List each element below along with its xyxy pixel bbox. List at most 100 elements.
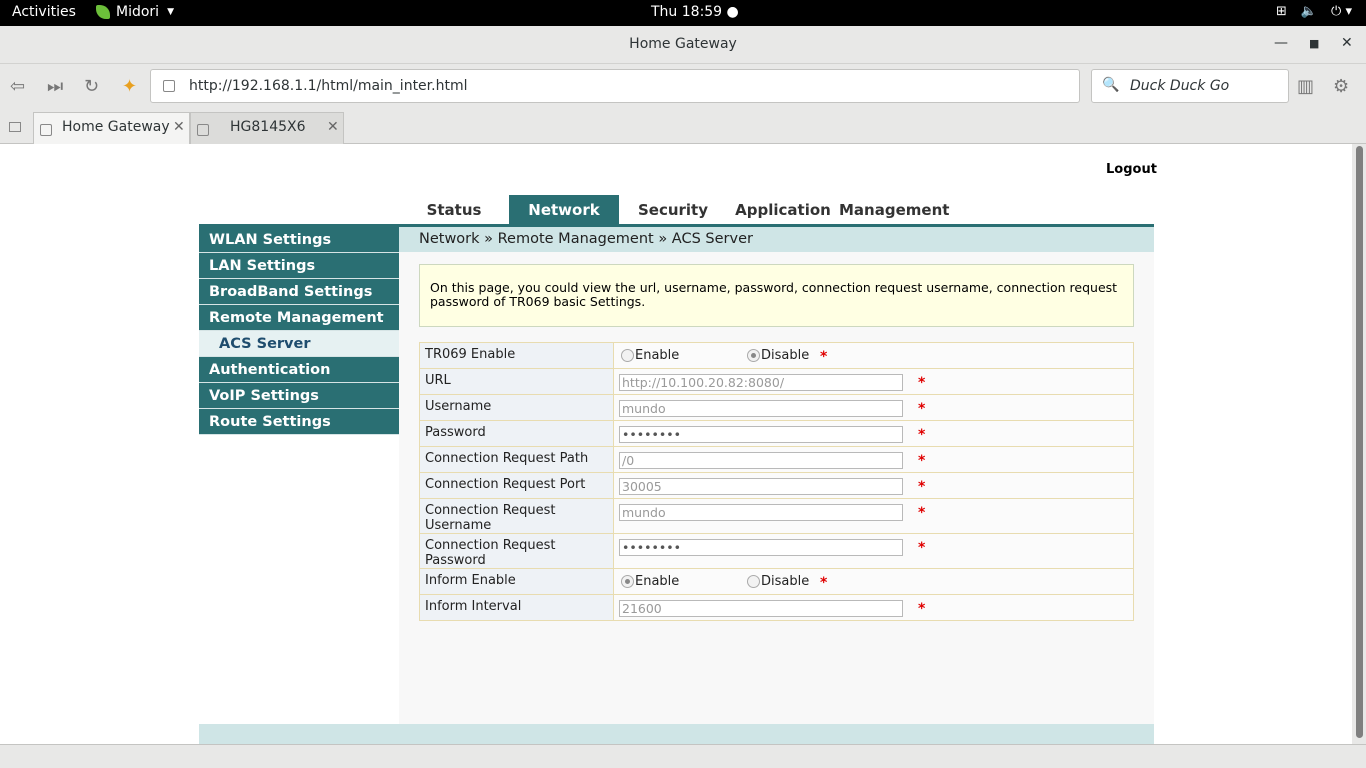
midori-leaf-icon [96,5,110,19]
search-icon: 🔍 [1102,77,1120,93]
inform-interval-input[interactable] [619,600,903,617]
activities-button[interactable]: Activities [12,4,76,20]
nav-tab-network[interactable]: Network [509,195,619,225]
sidebar-item-authentication[interactable]: Authentication [199,357,399,383]
inform-enable-cell: Enable Disable * [613,568,1134,595]
search-bar[interactable]: 🔍 Duck Duck Go [1091,69,1289,103]
window-titlebar: Home Gateway — ■ ✕ [0,26,1366,64]
url-input[interactable] [619,374,903,391]
nav-tab-status[interactable]: Status [419,195,489,225]
window-title: Home Gateway [629,36,737,52]
inform-enable-radio[interactable]: Enable [621,574,679,589]
cr-path-label: Connection Request Path [419,446,614,473]
table-row: Connection Request Username * [419,498,1134,534]
trash-icon[interactable]: ▥ [1297,76,1314,97]
required-mark: * [918,540,926,556]
close-tab-icon[interactable]: ✕ [327,119,339,135]
power-icon: ⏻ ▾ [1331,4,1352,19]
acs-form-table: TR069 Enable Enable Disable * URL * User… [419,342,1134,621]
sidebar-item-remote-management[interactable]: Remote Management [199,305,399,331]
required-mark: * [918,601,926,617]
minimize-icon[interactable]: — [1274,35,1288,51]
gnome-top-bar: Activities Midori ▼ Thu 18:59 ● ⊞ 🔈 ⏻ ▾ [0,0,1366,26]
vertical-scrollbar[interactable] [1352,144,1366,744]
table-row: Username * [419,394,1134,421]
logout-link[interactable]: Logout [1106,162,1157,177]
sidebar-item-broadband-settings[interactable]: BroadBand Settings [199,279,399,305]
tab-home-gateway[interactable]: Home Gateway ✕ [33,112,190,145]
sidebar-item-lan-settings[interactable]: LAN Settings [199,253,399,279]
bookmark-icon[interactable]: ✦ [122,76,137,97]
volume-icon: 🔈 [1300,4,1318,19]
nav-tab-management[interactable]: Management [839,195,949,225]
url-label: URL [419,368,614,395]
browser-toolbar: ⇦ ⏭ ↻ ✦ http://192.168.1.1/html/main_int… [0,64,1366,108]
cr-username-label: Connection Request Username [419,498,614,534]
sidebar-item-voip-settings[interactable]: VoIP Settings [199,383,399,409]
app-menu[interactable]: Midori ▼ [96,4,174,20]
radio-circle [621,575,634,588]
cr-port-input[interactable] [619,478,903,495]
tab-hg8145x6[interactable]: HG8145X6 ✕ [190,112,344,144]
network-icon: ⊞ [1275,4,1287,19]
required-mark: * [820,575,828,591]
username-input[interactable] [619,400,903,417]
menu-icon[interactable]: ⚙ [1333,76,1349,97]
forward-icon[interactable]: ⏭ [47,76,63,97]
nav-tab-application[interactable]: Application [735,195,831,225]
breadcrumb: Network » Remote Management » ACS Server [399,227,1154,252]
required-mark: * [918,375,926,391]
inform-enable-label: Inform Enable [419,568,614,595]
nav-tab-security[interactable]: Security [635,195,711,225]
sidebar: WLAN Settings LAN Settings BroadBand Set… [199,227,399,435]
close-icon[interactable]: ✕ [1341,35,1353,51]
info-box: On this page, you could view the url, us… [419,264,1134,327]
required-mark: * [918,505,926,521]
close-tab-icon[interactable]: ✕ [173,119,185,135]
username-label: Username [419,394,614,421]
new-tab-icon[interactable] [9,122,21,132]
maximize-icon[interactable]: ■ [1309,37,1319,50]
required-mark: * [918,401,926,417]
tr069-enable-radio[interactable]: Enable [621,348,679,363]
inform-interval-label: Inform Interval [419,594,614,621]
app-name: Midori [116,4,160,20]
password-label: Password [419,420,614,447]
sidebar-item-acs-server[interactable]: ACS Server [199,331,399,357]
system-tray[interactable]: ⊞ 🔈 ⏻ ▾ [1276,4,1352,19]
password-input[interactable] [619,426,903,443]
cr-port-label: Connection Request Port [419,472,614,499]
page-icon [163,80,175,92]
address-text: http://192.168.1.1/html/main_inter.html [189,78,468,94]
table-row: Password * [419,420,1134,447]
table-row: Inform Enable Enable Disable * [419,568,1134,595]
cr-path-input[interactable] [619,452,903,469]
required-mark: * [918,453,926,469]
caret-down-icon: ▼ [167,7,174,17]
radio-circle [621,349,634,362]
main-nav: Status Network Security Application Mana… [199,195,1154,227]
scrollbar-thumb[interactable] [1356,146,1363,738]
tr069-disable-radio[interactable]: Disable [747,348,809,363]
inform-disable-radio[interactable]: Disable [747,574,809,589]
table-row: URL * [419,368,1134,395]
web-content: Logout Status Network Security Applicati… [0,144,1352,744]
content-panel: Network » Remote Management » ACS Server… [399,227,1154,724]
reload-icon[interactable]: ↻ [84,76,99,97]
required-mark: * [918,479,926,495]
search-engine-text: Duck Duck Go [1130,78,1230,94]
back-icon[interactable]: ⇦ [10,76,25,97]
tab-label: HG8145X6 [230,119,306,135]
clock[interactable]: Thu 18:59 ● [651,4,739,20]
address-bar[interactable]: http://192.168.1.1/html/main_inter.html [150,69,1080,103]
cr-username-input[interactable] [619,504,903,521]
required-mark: * [918,427,926,443]
table-row: Connection Request Path * [419,446,1134,473]
cr-password-input[interactable] [619,539,903,556]
sidebar-item-wlan-settings[interactable]: WLAN Settings [199,227,399,253]
page-icon [197,124,209,136]
page-footer-bar [199,724,1154,744]
radio-circle [747,575,760,588]
page-icon [40,124,52,136]
sidebar-item-route-settings[interactable]: Route Settings [199,409,399,435]
